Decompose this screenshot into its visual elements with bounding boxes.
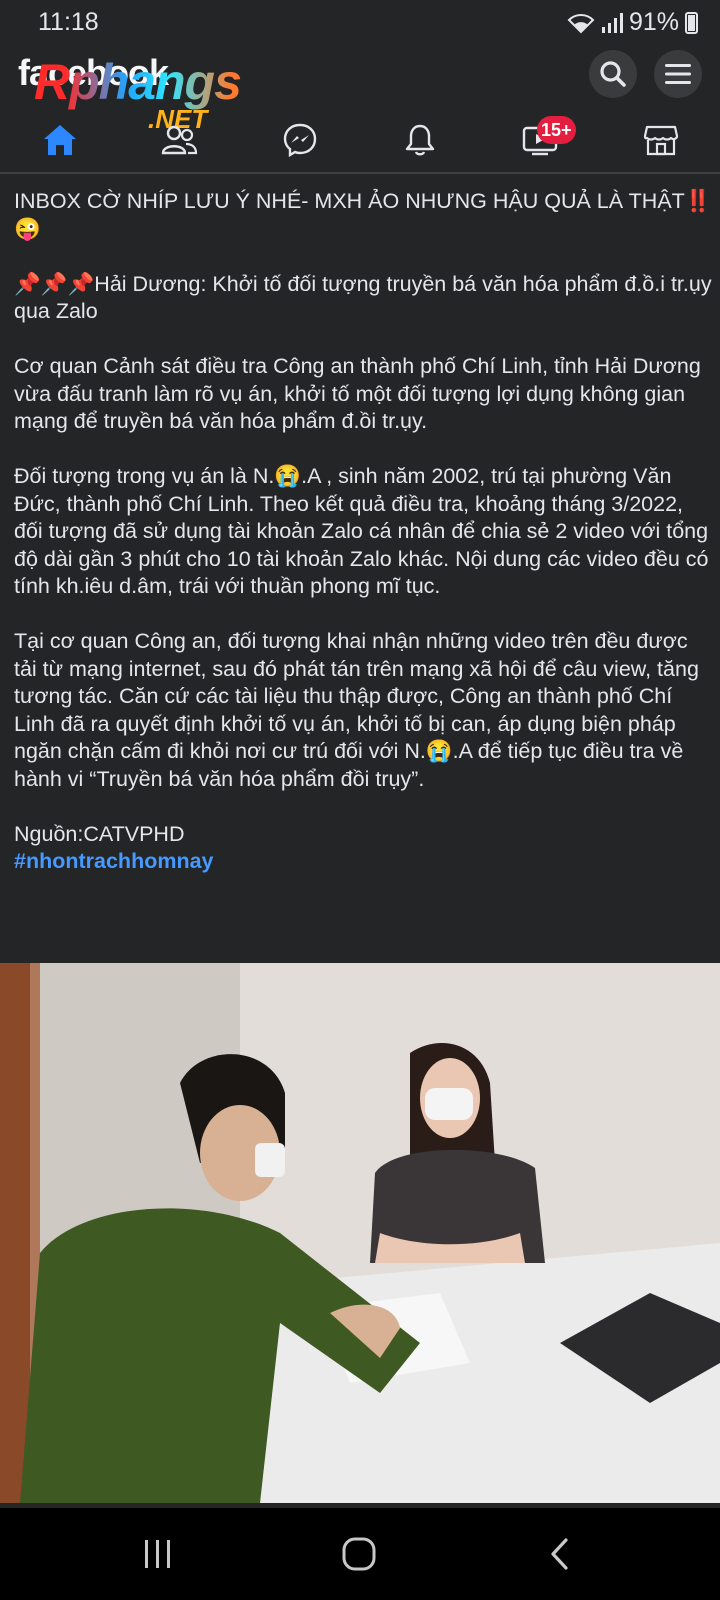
post-paragraph: Đối tượng trong vụ án là N.😭.A , sinh nă… [14, 464, 709, 598]
back-button[interactable] [530, 1532, 590, 1576]
tab-messenger[interactable] [278, 118, 322, 162]
post-text: INBOX CỜ NHÍP LƯU Ý NHÉ- MXH ẢO NHƯNG HẬ… [14, 188, 714, 876]
menu-button[interactable] [654, 50, 702, 98]
home-circle-icon [342, 1537, 376, 1571]
bell-icon [405, 124, 435, 156]
header-divider [0, 172, 720, 174]
post-photo[interactable] [0, 963, 720, 1503]
tab-friends[interactable] [157, 118, 201, 162]
tab-bar [0, 108, 720, 170]
status-right: 91% [567, 8, 698, 37]
marketplace-icon [643, 125, 679, 156]
friends-icon [161, 125, 198, 155]
back-icon [551, 1538, 568, 1570]
notifications-badge: 15+ [537, 116, 576, 144]
home-button[interactable] [329, 1532, 389, 1576]
status-time: 11:18 [38, 8, 99, 36]
tab-notifications[interactable] [398, 118, 442, 162]
post-source: Nguồn:CATVPHD [14, 821, 185, 846]
post-paragraph: INBOX CỜ NHÍP LƯU Ý NHÉ- MXH ẢO NHƯNG HẬ… [14, 189, 712, 241]
search-icon [600, 61, 626, 87]
battery-icon [685, 11, 698, 34]
recent-apps-button[interactable] [128, 1532, 188, 1576]
system-nav-bar [0, 1508, 720, 1600]
post-paragraph: 📌📌📌Hải Dương: Khởi tố đối tượng truyền b… [14, 271, 712, 324]
post-paragraph: Cơ quan Cảnh sát điều tra Công an thành … [14, 354, 701, 433]
recent-apps-icon [145, 1540, 170, 1568]
wifi-icon [567, 13, 595, 33]
battery-percent: 91% [628, 8, 679, 36]
menu-icon [665, 64, 691, 84]
watermark-logo: Rphangs [34, 54, 242, 110]
signal-icon [601, 12, 623, 33]
tab-home[interactable] [38, 118, 82, 162]
messenger-icon [283, 123, 317, 158]
post-paragraph: Tại cơ quan Công an, đối tượng khai nhận… [14, 629, 699, 791]
search-button[interactable] [589, 50, 637, 98]
tab-marketplace[interactable] [639, 118, 683, 162]
photo-scene [0, 963, 720, 1503]
status-bar: 11:18 91% [0, 0, 720, 46]
hashtag-link[interactable]: #nhontrachhomnay [14, 849, 214, 873]
home-icon [44, 125, 76, 155]
